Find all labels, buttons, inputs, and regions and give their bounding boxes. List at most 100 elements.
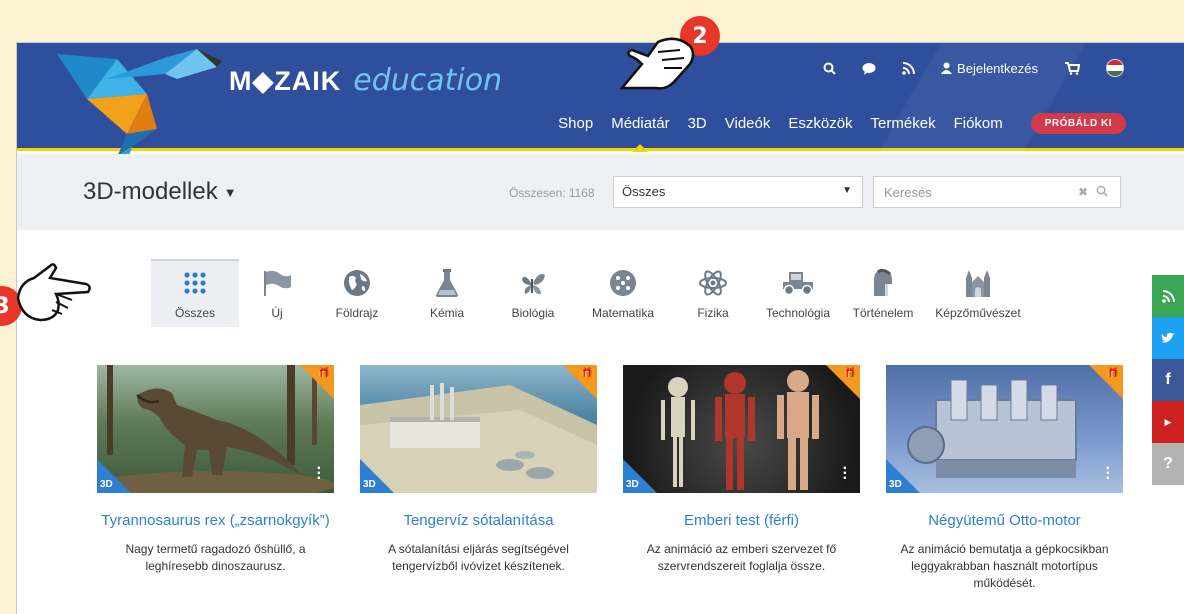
category-foldrajz[interactable]: Földrajz bbox=[313, 259, 401, 327]
search-icon[interactable] bbox=[1096, 185, 1108, 197]
dinosaur-illustration bbox=[97, 365, 334, 493]
flag-icon bbox=[262, 268, 292, 298]
brand-logo[interactable]: M◆ZAIK education bbox=[229, 63, 502, 103]
more-options-icon[interactable]: · · · bbox=[843, 461, 848, 487]
category-select[interactable]: Összes ▼ bbox=[613, 176, 863, 208]
nav-shop[interactable]: Shop bbox=[558, 115, 593, 132]
total-label: Összesen: bbox=[509, 186, 566, 200]
human-body-illustration bbox=[661, 370, 819, 490]
card-description: Az animáció bemutatja a gépkocsikban leg… bbox=[900, 542, 1109, 590]
card-thumbnail[interactable]: 🎁 3D bbox=[360, 365, 597, 493]
card-thumbnail[interactable]: 🎁 3D · · · bbox=[97, 365, 334, 493]
globe-icon bbox=[343, 268, 371, 298]
category-kemia[interactable]: Kémia bbox=[401, 259, 493, 327]
category-label: Képzőművészet bbox=[935, 306, 1021, 320]
kingfisher-logo-icon bbox=[57, 49, 222, 167]
rss-icon[interactable] bbox=[902, 61, 916, 75]
nav-mediatar[interactable]: Médiatár bbox=[611, 115, 669, 132]
search-icon[interactable] bbox=[823, 62, 836, 75]
grid-icon bbox=[184, 268, 206, 298]
dropdown-arrow-icon: ▼ bbox=[842, 185, 852, 196]
card-title[interactable]: Négyütemű Otto-motor bbox=[886, 511, 1123, 531]
church-icon bbox=[964, 268, 992, 298]
nav-eszkozok[interactable]: Eszközök bbox=[788, 115, 852, 132]
hungarian-flag-icon[interactable] bbox=[1106, 59, 1124, 77]
flask-icon bbox=[435, 268, 459, 298]
model-card-human-body[interactable]: 🎁 3D · · · Emberi test (férfi) Az animáció… bbox=[623, 365, 860, 592]
category-label: Technológia bbox=[765, 306, 831, 320]
category-label: Matematika bbox=[591, 306, 655, 320]
category-kepzomuveszet[interactable]: Képzőművészet bbox=[923, 259, 1033, 327]
social-bar: f ▶ ? bbox=[1152, 275, 1184, 485]
top-toolbar: Bejelentkezés bbox=[823, 59, 1124, 77]
card-title[interactable]: Emberi test (férfi) bbox=[623, 511, 860, 531]
search-input[interactable] bbox=[874, 177, 1064, 207]
nav-videok[interactable]: Videók bbox=[725, 115, 771, 132]
login-label: Bejelentkezés bbox=[957, 60, 1038, 76]
pointing-hand-down-icon bbox=[619, 37, 695, 90]
category-osszes[interactable]: Összes bbox=[151, 259, 239, 327]
category-label: Fizika bbox=[697, 306, 729, 320]
category-label: Földrajz bbox=[335, 306, 379, 320]
more-options-icon[interactable]: · · · bbox=[317, 461, 322, 487]
category-technologia[interactable]: Technológia bbox=[753, 259, 843, 327]
model-card-otto-engine[interactable]: 🎁 3D · · · Négyütemű Otto-motor Az animáci… bbox=[886, 365, 1123, 592]
cart-icon[interactable] bbox=[1064, 61, 1080, 75]
page-title[interactable]: 3D-modellek ▼ bbox=[83, 178, 237, 206]
model-card-trex[interactable]: 🎁 3D · · · Tyrannosaurus rex („zsarnokgyík… bbox=[97, 365, 334, 592]
category-label: Új bbox=[271, 306, 283, 320]
category-biologia[interactable]: Biológia bbox=[493, 259, 573, 327]
category-label: Biológia bbox=[511, 306, 555, 320]
login-link[interactable]: Bejelentkezés bbox=[941, 61, 1038, 76]
car-icon bbox=[781, 268, 815, 298]
model-card-desalination[interactable]: 🎁 3D Tengervíz sótalanítása A sótalanítá… bbox=[360, 365, 597, 592]
category-label: Összes bbox=[174, 306, 215, 320]
card-thumbnail[interactable]: 🎁 3D · · · bbox=[623, 365, 860, 493]
card-description: Az animáció az emberi szervezet fő szerv… bbox=[646, 542, 837, 573]
caret-down-icon: ▼ bbox=[223, 185, 237, 201]
category-fizika[interactable]: Fizika bbox=[673, 259, 753, 327]
3d-badge-label: 3D bbox=[889, 479, 902, 490]
gift-icon: 🎁 bbox=[843, 368, 856, 379]
category-select-value: Összes bbox=[622, 184, 666, 199]
card-title[interactable]: Tyrannosaurus rex („zsarnokgyík”) bbox=[97, 511, 334, 531]
youtube-icon[interactable]: ▶ bbox=[1152, 401, 1184, 443]
card-title[interactable]: Tengervíz sótalanítása bbox=[360, 511, 597, 531]
user-icon bbox=[941, 62, 953, 74]
dice-icon bbox=[609, 268, 637, 298]
gift-icon: 🎁 bbox=[580, 368, 593, 379]
more-options-icon[interactable]: · · · bbox=[1106, 461, 1111, 487]
site-header: M◆ZAIK education Bejelentkezés Shop Médi… bbox=[17, 43, 1184, 167]
3d-badge-label: 3D bbox=[363, 479, 376, 490]
category-uj[interactable]: Új bbox=[241, 259, 313, 327]
search-box: ✖ bbox=[873, 176, 1121, 208]
pointing-hand-right-icon bbox=[16, 263, 91, 322]
nav-3d[interactable]: 3D bbox=[688, 115, 707, 132]
facebook-icon[interactable]: f bbox=[1152, 359, 1184, 401]
category-label: Kémia bbox=[429, 306, 464, 320]
total-count: Összesen: 1168 bbox=[509, 186, 595, 200]
model-cards: 🎁 3D · · · Tyrannosaurus rex („zsarnokgyík… bbox=[97, 365, 1123, 592]
help-icon[interactable]: ? bbox=[1152, 443, 1184, 485]
twitter-icon[interactable] bbox=[1152, 317, 1184, 359]
brand-main-text: M◆ZAIK bbox=[229, 66, 342, 96]
butterfly-icon bbox=[519, 268, 547, 298]
nav-termekek[interactable]: Termékek bbox=[871, 115, 936, 132]
main-nav: Shop Médiatár 3D Videók Eszközök Terméke… bbox=[558, 113, 1126, 134]
clear-icon[interactable]: ✖ bbox=[1078, 185, 1088, 199]
rss-share-icon[interactable] bbox=[1152, 275, 1184, 317]
desalination-plant-illustration bbox=[360, 383, 597, 493]
card-description: A sótalanítási eljárás segítségével teng… bbox=[388, 542, 569, 573]
try-button[interactable]: PRÓBÁLD KI bbox=[1030, 113, 1126, 134]
helmet-icon bbox=[870, 268, 896, 298]
engine-illustration bbox=[907, 379, 1077, 478]
nav-fiokom[interactable]: Fiókom bbox=[954, 115, 1003, 132]
atom-icon bbox=[698, 268, 728, 298]
category-tortenelem[interactable]: Történelem bbox=[843, 259, 923, 327]
card-thumbnail[interactable]: 🎁 3D · · · bbox=[886, 365, 1123, 493]
filter-bar: 3D-modellek ▼ Összesen:1168 Összes ▼ ✖ bbox=[17, 154, 1184, 230]
chat-icon[interactable] bbox=[862, 62, 876, 75]
category-matematika[interactable]: Matematika bbox=[573, 259, 673, 327]
page-title-text: 3D-modellek bbox=[83, 178, 218, 205]
brand-sub-text: education bbox=[353, 63, 503, 98]
